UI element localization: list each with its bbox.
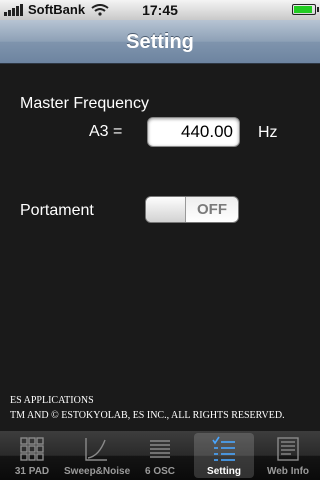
tab-6-osc[interactable]: 6 OSC: [128, 431, 192, 480]
tab-31-pad[interactable]: 31 PAD: [0, 431, 64, 480]
company-name: ES APPLICATIONS: [10, 395, 94, 406]
toggle-knob[interactable]: [146, 197, 186, 222]
page-title: Setting: [126, 31, 194, 53]
frequency-input[interactable]: [147, 117, 240, 147]
osc-lines-icon: [150, 440, 170, 458]
tab-label: 6 OSC: [144, 466, 175, 477]
pad-grid-icon: [20, 437, 44, 461]
settings-checklist-icon: [212, 436, 235, 461]
tab-label: 31 PAD: [14, 466, 50, 477]
portament-toggle[interactable]: OFF: [145, 196, 239, 223]
tab-bar: 31 PAD Sweep&Noise 6 OSC Setting Web Inf…: [0, 431, 320, 480]
tab-label: Setting: [207, 466, 241, 477]
web-info-icon: [277, 437, 299, 461]
battery-icon: [292, 4, 319, 15]
tab-web-info[interactable]: Web Info: [256, 431, 320, 480]
a3-label: A3 =: [89, 123, 123, 140]
tab-sweep-noise[interactable]: Sweep&Noise: [64, 431, 131, 480]
tab-label: Web Info: [266, 466, 310, 477]
hz-unit-label: Hz: [258, 124, 278, 141]
navigation-bar: Setting: [0, 20, 320, 64]
portament-label: Portament: [20, 202, 94, 219]
copyright-notice: TM AND © ESTOKYOLAB, ES INC., ALL RIGHTS…: [10, 410, 285, 421]
tab-setting[interactable]: Setting: [192, 431, 256, 480]
status-bar: SoftBank 17:45: [0, 0, 320, 20]
status-time: 17:45: [142, 2, 178, 18]
tab-label: Sweep&Noise: [64, 466, 131, 477]
master-frequency-label: Master Frequency: [20, 95, 149, 112]
toggle-state-text: OFF: [197, 201, 227, 218]
sweep-curve-icon: [85, 438, 107, 461]
